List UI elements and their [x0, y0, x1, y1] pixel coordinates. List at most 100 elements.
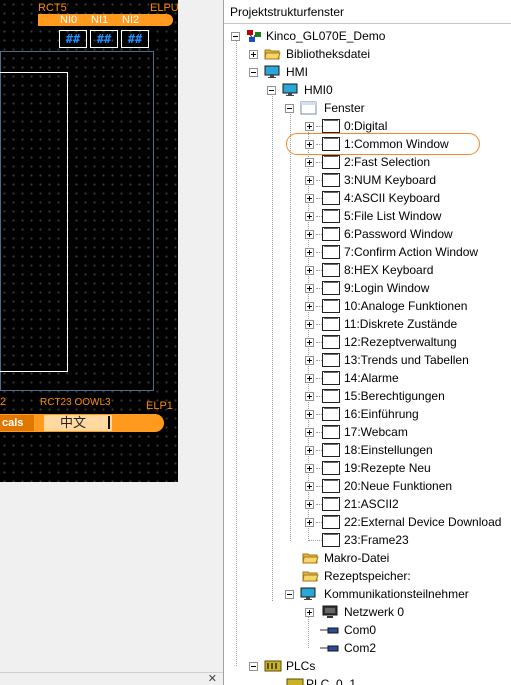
tree-node-window[interactable]: 2:Fast Selection — [302, 153, 507, 171]
collapse-icon[interactable] — [249, 68, 258, 77]
expand-icon[interactable] — [305, 464, 314, 473]
collapse-icon[interactable] — [285, 590, 294, 599]
tree-node-window[interactable]: 3:NUM Keyboard — [302, 171, 507, 189]
numeric-input-0[interactable]: ## — [59, 30, 87, 48]
tree-node-fenster[interactable]: Fenster — [284, 99, 494, 117]
serial-port-icon — [320, 627, 339, 634]
tree-node-window[interactable]: 21:ASCII2 — [302, 495, 507, 513]
plcs-label: PLCs — [286, 659, 316, 673]
window-icon — [322, 425, 340, 439]
plc-icon — [286, 678, 304, 685]
numeric-input-2[interactable]: ## — [121, 30, 149, 48]
tree-connector — [308, 540, 322, 541]
language-button-chinese[interactable]: 中文 — [44, 415, 112, 431]
window-label: 13:Trends und Tabellen — [344, 353, 469, 367]
monitor-icon — [300, 587, 316, 600]
tree-node-window[interactable]: 11:Diskrete Zustände — [302, 315, 507, 333]
window-icon — [322, 407, 340, 421]
expand-icon[interactable] — [305, 482, 314, 491]
tree-node-window[interactable]: 7:Confirm Action Window — [302, 243, 507, 261]
language-button-local[interactable]: cals — [0, 415, 34, 431]
expand-icon[interactable] — [305, 500, 314, 509]
expand-icon[interactable] — [305, 446, 314, 455]
expand-icon[interactable] — [305, 176, 314, 185]
expand-icon[interactable] — [305, 266, 314, 275]
window-label: 17:Webcam — [344, 425, 408, 439]
expand-icon[interactable] — [305, 302, 314, 311]
expand-icon[interactable] — [305, 356, 314, 365]
comm-label: Kommunikationsteilnehmer — [324, 587, 469, 601]
expand-icon[interactable] — [249, 50, 258, 59]
tree-node-hmi[interactable]: HMI — [248, 63, 498, 81]
numeric-input-1[interactable]: ## — [90, 30, 118, 48]
tree-node-window[interactable]: 14:Alarme — [302, 369, 507, 387]
collapse-icon[interactable] — [249, 662, 258, 671]
window-icon — [322, 515, 340, 529]
window-label: 11:Diskrete Zustände — [344, 317, 458, 331]
window-label: 22:External Device Download — [344, 515, 502, 529]
tree-node-window[interactable]: 6:Password Window — [302, 225, 507, 243]
tree-node-root[interactable]: Kinco_GL070E_Demo — [230, 27, 500, 45]
window-label: 2:Fast Selection — [344, 155, 431, 169]
tree-node-comm[interactable]: Kommunikationsteilnehmer — [284, 585, 504, 603]
window-label: 3:NUM Keyboard — [344, 173, 437, 187]
window-icon — [322, 263, 340, 277]
hmi-design-canvas[interactable]: RCT5 ELPU NI0 NI1 NI2 ## ## ## 2 RCT23 O… — [0, 0, 179, 482]
close-icon[interactable]: ✕ — [208, 672, 217, 685]
serial-port-icon — [320, 645, 339, 652]
tree-node-window[interactable]: 19:Rezepte Neu — [302, 459, 507, 477]
collapse-icon[interactable] — [267, 86, 276, 95]
tree-node-com2[interactable]: Com2 — [302, 639, 502, 657]
tree-node-window[interactable]: 5:File List Window — [302, 207, 507, 225]
tree-node-recipe[interactable]: Rezeptspeicher: — [302, 567, 502, 585]
horizontal-scrollbar[interactable]: ✕ — [0, 672, 223, 685]
tree-node-window[interactable]: 12:Rezeptverwaltung — [302, 333, 507, 351]
inner-frame-rect[interactable] — [0, 72, 68, 372]
expand-icon[interactable] — [305, 122, 314, 131]
expand-icon[interactable] — [305, 518, 314, 527]
elpu-label: ELPU — [150, 2, 179, 14]
window-icon — [322, 353, 340, 367]
expand-icon[interactable] — [305, 212, 314, 221]
screen-editor-pane[interactable]: RCT5 ELPU NI0 NI1 NI2 ## ## ## 2 RCT23 O… — [0, 0, 223, 685]
expand-icon[interactable] — [305, 374, 314, 383]
tree-node-window[interactable]: 18:Einstellungen — [302, 441, 507, 459]
tree-node-window[interactable]: 10:Analoge Funktionen — [302, 297, 507, 315]
expand-icon[interactable] — [305, 230, 314, 239]
tree-node-window[interactable]: 22:External Device Download — [302, 513, 507, 531]
tree-node-window[interactable]: 13:Trends und Tabellen — [302, 351, 507, 369]
tree-node-macro[interactable]: Makro-Datei — [302, 549, 502, 567]
expand-icon[interactable] — [305, 392, 314, 401]
expand-icon[interactable] — [305, 320, 314, 329]
tree-node-window[interactable]: 4:ASCII Keyboard — [302, 189, 507, 207]
expand-icon[interactable] — [305, 158, 314, 167]
collapse-icon[interactable] — [231, 32, 240, 41]
tree-node-hmi0[interactable]: HMI0 — [266, 81, 496, 99]
tree-node-window[interactable]: 17:Webcam — [302, 423, 507, 441]
window-label: 19:Rezepte Neu — [344, 461, 431, 475]
window-icon — [322, 299, 340, 313]
expand-icon[interactable] — [305, 248, 314, 257]
tree-node-window[interactable]: 8:HEX Keyboard — [302, 261, 507, 279]
tree-node-window[interactable]: 16:Einführung — [302, 405, 507, 423]
expand-icon[interactable] — [305, 608, 314, 617]
tree-node-plcs[interactable]: PLCs — [248, 657, 498, 675]
tree-node-window[interactable]: 23:Frame23 — [302, 531, 507, 549]
expand-icon[interactable] — [305, 428, 314, 437]
collapse-icon[interactable] — [285, 104, 294, 113]
tree-node-plc01[interactable]: PLC_0_1 — [284, 675, 484, 685]
tree-node-com0[interactable]: Com0 — [302, 621, 502, 639]
tree-node-window[interactable]: 9:Login Window — [302, 279, 507, 297]
tree-node-window[interactable]: 15:Berechtigungen — [302, 387, 507, 405]
tree-guide-fenster — [290, 112, 291, 541]
expand-icon[interactable] — [305, 410, 314, 419]
expand-icon[interactable] — [305, 338, 314, 347]
panel-title: Projektstrukturfenster — [224, 0, 511, 24]
tree-node-window[interactable]: 20:Neue Funktionen — [302, 477, 507, 495]
tree-node-library[interactable]: Bibliotheksdatei — [248, 45, 498, 63]
macro-label: Makro-Datei — [324, 551, 390, 565]
tree-node-network[interactable]: Netzwerk 0 — [302, 603, 502, 621]
expand-icon[interactable] — [305, 194, 314, 203]
window-label: 4:ASCII Keyboard — [344, 191, 441, 205]
expand-icon[interactable] — [305, 284, 314, 293]
